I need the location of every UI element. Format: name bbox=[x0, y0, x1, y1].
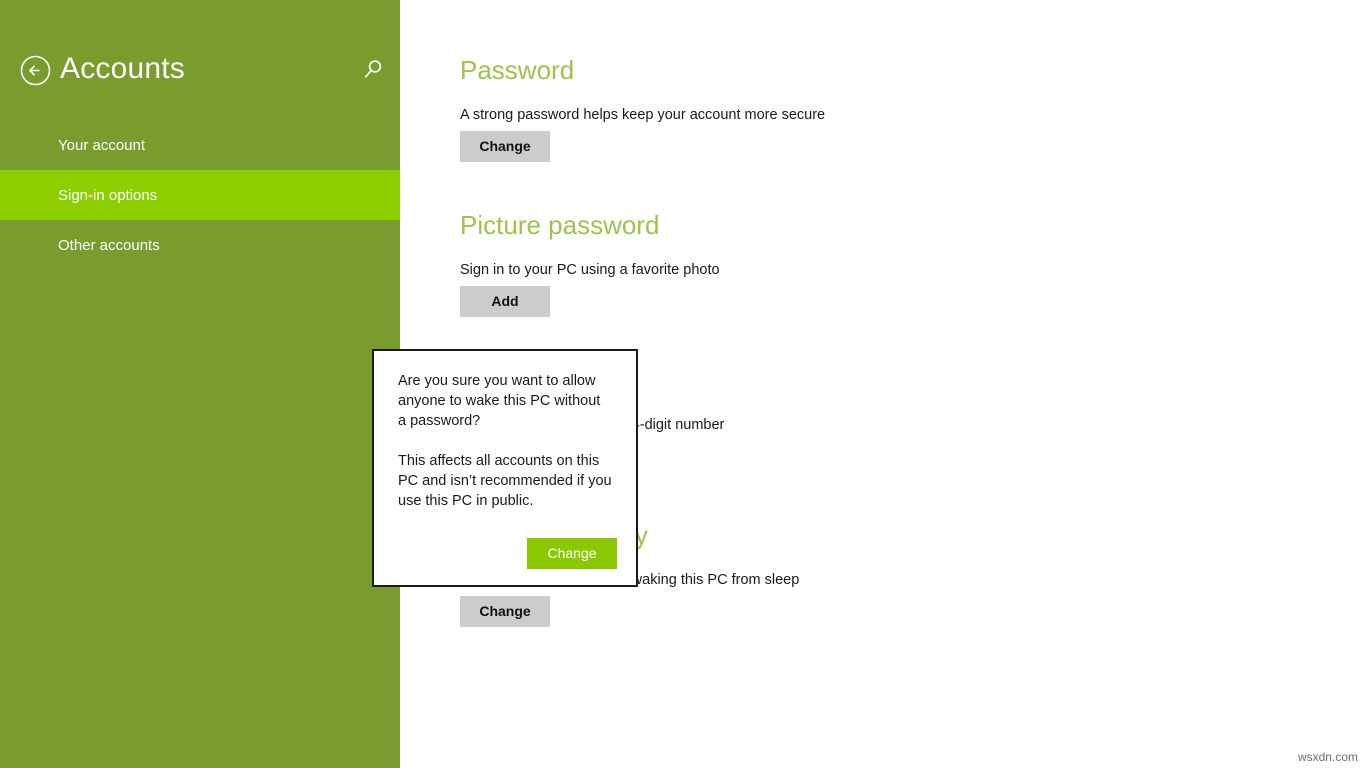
dialog-change-button[interactable]: Change bbox=[527, 538, 617, 569]
sidebar-header: Accounts bbox=[0, 0, 400, 118]
sidebar-item-your-account[interactable]: Your account bbox=[0, 120, 400, 170]
dialog-detail: This affects all accounts on this PC and… bbox=[398, 453, 612, 509]
confirmation-dialog: Are you sure you want to allow anyone to… bbox=[372, 349, 638, 587]
sidebar-item-other-accounts[interactable]: Other accounts bbox=[0, 220, 400, 270]
password-change-button[interactable]: Change bbox=[460, 131, 550, 162]
dialog-question: Are you sure you want to allow anyone to… bbox=[398, 373, 601, 429]
sidebar-item-label: Sign-in options bbox=[58, 186, 158, 204]
picture-password-add-button[interactable]: Add bbox=[460, 286, 550, 317]
section-heading-picture-password: Picture password bbox=[460, 210, 660, 240]
search-button[interactable] bbox=[360, 57, 386, 83]
sidebar: Accounts Your account Sign-in options Ot… bbox=[0, 0, 400, 768]
section-heading-password: Password bbox=[460, 55, 575, 85]
back-button[interactable] bbox=[20, 55, 51, 86]
section-description-picture-password: Sign in to your PC using a favorite phot… bbox=[460, 262, 720, 278]
search-icon bbox=[364, 60, 382, 78]
watermark: wsxdn.com bbox=[1297, 750, 1358, 764]
section-description-password: A strong password helps keep your accoun… bbox=[460, 107, 826, 123]
sidebar-item-label: Other accounts bbox=[58, 236, 160, 254]
page-title: Accounts bbox=[60, 52, 185, 85]
sidebar-item-label: Your account bbox=[58, 136, 146, 154]
password-policy-change-button[interactable]: Change bbox=[460, 596, 550, 627]
back-arrow-circle-icon bbox=[20, 55, 51, 86]
sidebar-item-sign-in-options[interactable]: Sign-in options bbox=[0, 170, 400, 220]
settings-screen: Accounts Your account Sign-in options Ot… bbox=[0, 0, 1366, 768]
dialog-message: Are you sure you want to allow anyone to… bbox=[398, 371, 612, 511]
